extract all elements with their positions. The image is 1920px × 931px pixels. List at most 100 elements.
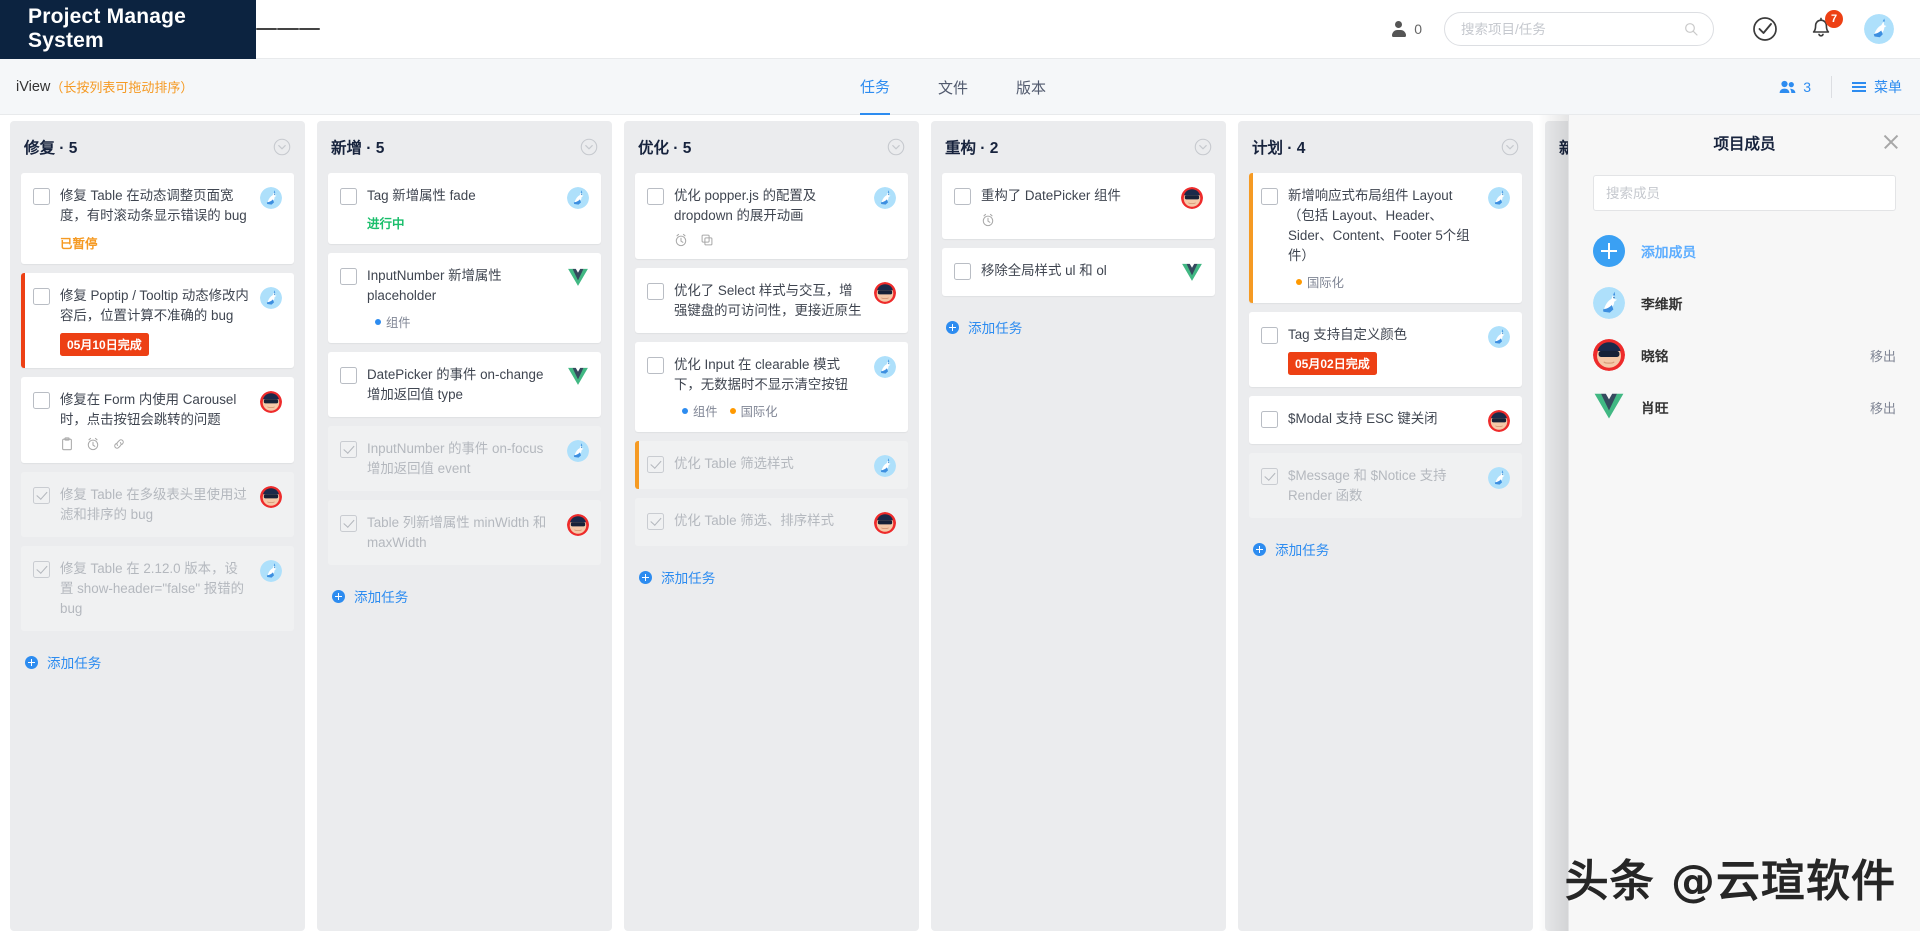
task-assignee-avatar[interactable] [260, 391, 282, 413]
task-assignee-avatar[interactable] [1488, 467, 1510, 489]
task-assignee-avatar[interactable] [260, 560, 282, 582]
task-checkbox[interactable] [33, 188, 50, 205]
task-checkbox[interactable] [1261, 327, 1278, 344]
task-card[interactable]: 修复 Table 在多级表头里使用过滤和排序的 bug [21, 472, 294, 537]
chevron-down-icon[interactable] [887, 138, 905, 156]
task-card[interactable]: 修复 Table 在动态调整页面宽度，有时滚动条显示错误的 bug 已暂停 [21, 173, 294, 264]
task-tag-row: 组件 国际化 [682, 402, 864, 420]
task-checkbox[interactable] [33, 288, 50, 305]
task-card[interactable]: 优化了 Select 样式与交互，增强键盘的可访问性，更接近原生 [635, 268, 908, 333]
task-checkbox[interactable] [954, 263, 971, 280]
close-icon[interactable] [1882, 133, 1900, 151]
member-row[interactable]: 肖旺 移出 [1569, 381, 1920, 433]
task-checkbox[interactable] [647, 188, 664, 205]
task-card[interactable]: 优化 popper.js 的配置及 dropdown 的展开动画 [635, 173, 908, 259]
column-header: 计划 · 4 [1249, 121, 1522, 173]
member-row[interactable]: 晓铭 移出 [1569, 329, 1920, 381]
member-search-input[interactable] [1604, 184, 1885, 202]
task-checkbox[interactable] [340, 515, 357, 532]
task-assignee-avatar[interactable] [874, 282, 896, 304]
task-assignee-avatar[interactable] [1181, 187, 1203, 209]
add-task-button[interactable]: 添加任务 [1249, 527, 1522, 559]
task-checkbox[interactable] [1261, 468, 1278, 485]
task-assignee-avatar[interactable] [1488, 187, 1510, 209]
task-assignee-avatar[interactable] [567, 514, 589, 536]
task-card[interactable]: Tag 新增属性 fade 进行中 [328, 173, 601, 244]
remove-member-button[interactable]: 移出 [1870, 346, 1896, 365]
task-card[interactable]: Tag 支持自定义颜色 05月02日完成 [1249, 312, 1522, 387]
task-checkbox[interactable] [340, 367, 357, 384]
task-assignee-avatar[interactable] [567, 366, 589, 388]
task-card[interactable]: InputNumber 的事件 on-focus 增加返回值 event [328, 426, 601, 491]
chevron-down-icon[interactable] [1194, 138, 1212, 156]
task-card[interactable]: 修复 Table 在 2.12.0 版本，设置 show-header="fal… [21, 546, 294, 631]
project-name[interactable]: iView [16, 79, 50, 95]
task-assignee-avatar[interactable] [260, 287, 282, 309]
chevron-down-icon[interactable] [273, 138, 291, 156]
chevron-down-icon[interactable] [580, 138, 598, 156]
member-search[interactable] [1593, 175, 1896, 211]
task-checkbox[interactable] [1261, 411, 1278, 428]
task-checkbox[interactable] [33, 561, 50, 578]
check-circle-icon[interactable] [1752, 16, 1778, 42]
task-icon-row [674, 233, 864, 247]
task-assignee-avatar[interactable] [567, 440, 589, 462]
task-assignee-avatar[interactable] [874, 187, 896, 209]
task-assignee-avatar[interactable] [567, 267, 589, 289]
user-avatar[interactable] [1864, 14, 1894, 44]
task-card[interactable]: 重构了 DatePicker 组件 [942, 173, 1215, 239]
member-row[interactable]: 李维斯 [1569, 277, 1920, 329]
task-assignee-avatar[interactable] [567, 187, 589, 209]
task-checkbox[interactable] [647, 456, 664, 473]
task-card[interactable]: DatePicker 的事件 on-change 增加返回值 type [328, 352, 601, 417]
task-assignee-avatar[interactable] [260, 187, 282, 209]
add-task-button[interactable]: 添加任务 [328, 574, 601, 606]
add-task-button[interactable]: 添加任务 [635, 555, 908, 587]
task-card[interactable]: InputNumber 新增属性 placeholder 组件 [328, 253, 601, 343]
add-task-button[interactable]: 添加任务 [21, 640, 294, 672]
search-input[interactable] [1459, 20, 1683, 38]
task-checkbox[interactable] [1261, 188, 1278, 205]
members-button[interactable]: 3 [1759, 79, 1831, 95]
task-card[interactable]: 修复 Poptip / Tooltip 动态修改内容后，位置计算不准确的 bug… [21, 273, 294, 368]
task-card[interactable]: $Modal 支持 ESC 键关闭 [1249, 396, 1522, 444]
task-assignee-avatar[interactable] [874, 356, 896, 378]
task-checkbox[interactable] [340, 188, 357, 205]
column-header: 新增 · 5 [328, 121, 601, 173]
menu-button[interactable]: 菜单 [1832, 77, 1920, 97]
task-card[interactable]: 移除全局样式 ul 和 ol [942, 248, 1215, 296]
chevron-down-icon[interactable] [1501, 138, 1519, 156]
hamburger-icon[interactable] [256, 0, 320, 59]
task-checkbox[interactable] [340, 268, 357, 285]
tab-versions[interactable]: 版本 [1016, 59, 1046, 115]
task-card[interactable]: Table 列新增属性 minWidth 和 maxWidth [328, 500, 601, 565]
task-checkbox[interactable] [647, 283, 664, 300]
task-assignee-avatar[interactable] [260, 486, 282, 508]
task-checkbox[interactable] [33, 487, 50, 504]
add-task-label: 添加任务 [968, 321, 1023, 336]
add-member-row[interactable]: 添加成员 [1569, 225, 1920, 277]
task-assignee-avatar[interactable] [874, 512, 896, 534]
tab-files[interactable]: 文件 [938, 59, 968, 115]
task-card[interactable]: 修复在 Form 内使用 Carousel 时，点击按钮会跳转的问题 [21, 377, 294, 463]
task-checkbox[interactable] [647, 357, 664, 374]
bell-icon[interactable]: 7 [1808, 10, 1843, 42]
tab-tasks[interactable]: 任务 [860, 59, 891, 115]
global-search[interactable] [1444, 12, 1714, 46]
task-card[interactable]: 优化 Table 筛选、排序样式 [635, 498, 908, 546]
task-card[interactable]: 新增响应式布局组件 Layout（包括 Layout、Header、Sider、… [1249, 173, 1522, 303]
task-assignee-avatar[interactable] [1488, 410, 1510, 432]
task-checkbox[interactable] [340, 441, 357, 458]
add-task-button[interactable]: 添加任务 [942, 305, 1215, 337]
member-name: 晓铭 [1641, 349, 1669, 364]
task-card[interactable]: $Message 和 $Notice 支持 Render 函数 [1249, 453, 1522, 518]
task-assignee-avatar[interactable] [1488, 326, 1510, 348]
task-checkbox[interactable] [954, 188, 971, 205]
task-card[interactable]: 优化 Table 筛选样式 [635, 441, 908, 489]
task-checkbox[interactable] [647, 513, 664, 530]
task-assignee-avatar[interactable] [874, 455, 896, 477]
task-checkbox[interactable] [33, 392, 50, 409]
remove-member-button[interactable]: 移出 [1870, 398, 1896, 417]
task-assignee-avatar[interactable] [1181, 262, 1203, 284]
task-card[interactable]: 优化 Input 在 clearable 模式下，无数据时不显示清空按钮 组件 国际… [635, 342, 908, 432]
